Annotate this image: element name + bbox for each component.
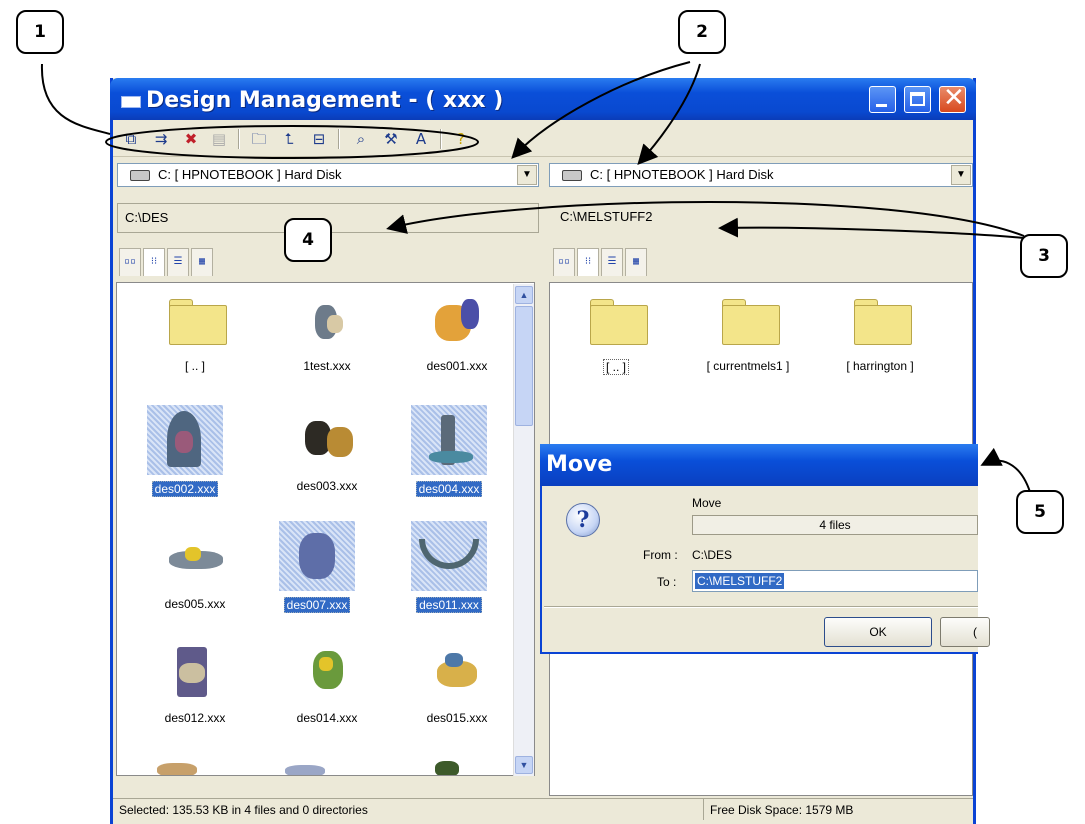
callout-3: 3 (1020, 234, 1068, 278)
callout-1: 1 (16, 10, 64, 54)
callout-2: 2 (678, 10, 726, 54)
callout-5: 5 (1016, 490, 1064, 534)
annotation-arrows (40, 61, 1031, 493)
callout-4: 4 (284, 218, 332, 262)
